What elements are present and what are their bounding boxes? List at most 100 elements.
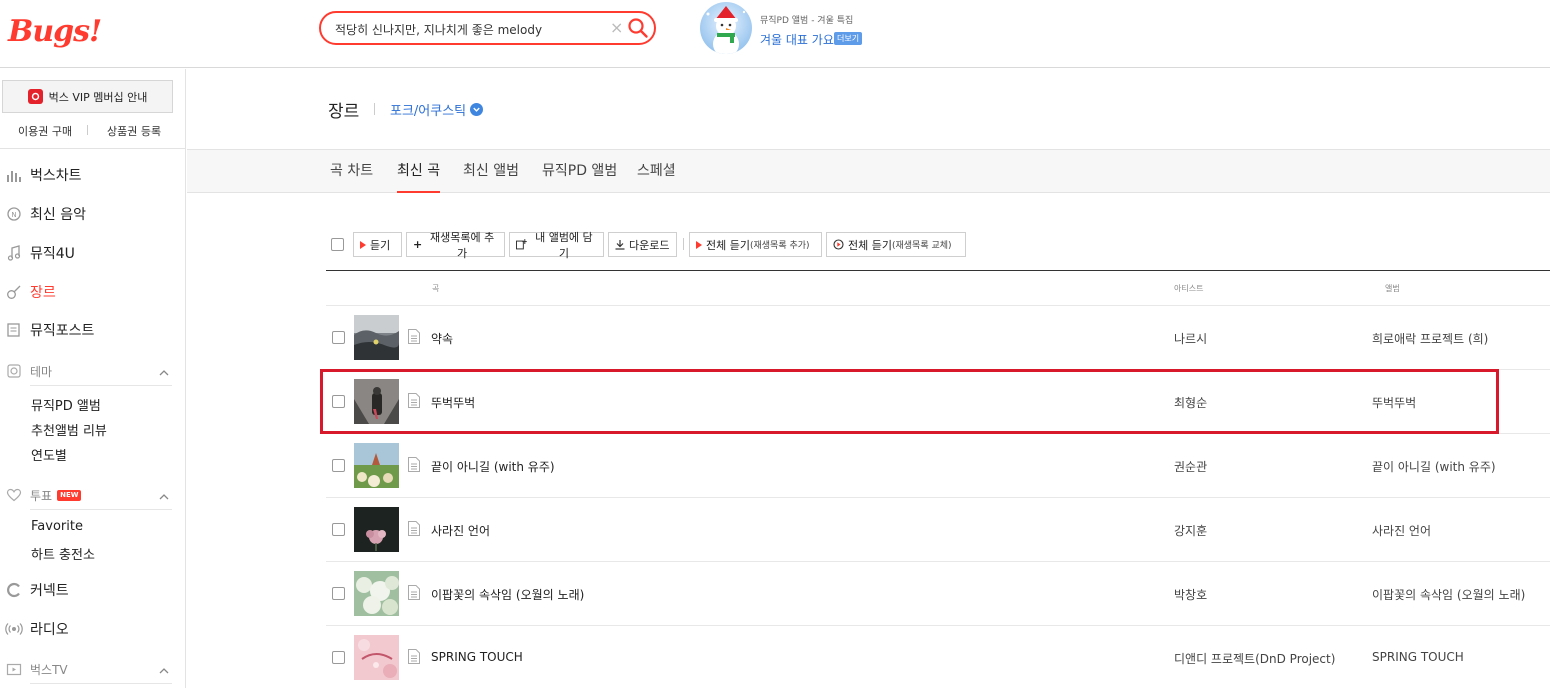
button-label: 재생목록에 추가 xyxy=(430,230,495,260)
bugs-logo[interactable]: Bugs! xyxy=(8,14,102,49)
lyrics-icon[interactable] xyxy=(408,457,420,472)
column-header-song: 곡 xyxy=(432,284,440,293)
album-art-thumbnail[interactable] xyxy=(354,443,399,488)
tab-new-albums[interactable]: 최신 앨범 xyxy=(463,160,519,193)
divider xyxy=(0,148,186,149)
song-title[interactable]: 이팝꽃의 속삭임 (오월의 노래) xyxy=(431,586,584,603)
row-checkbox[interactable] xyxy=(332,587,345,600)
nav-label: 벅스차트 xyxy=(30,168,82,184)
album-name[interactable]: 사라진 언어 xyxy=(1372,522,1431,539)
top-header: Bugs! × 뮤직PD 앨범 - 겨울 특집 겨울 대표 가요 더보기 xyxy=(0,0,1550,68)
lyrics-icon[interactable] xyxy=(408,649,420,664)
tab-musicpd-albums[interactable]: 뮤직PD 앨범 xyxy=(542,160,617,193)
guitar-icon xyxy=(4,283,24,301)
nav-label: 커넥트 xyxy=(30,583,69,599)
tab-special[interactable]: 스페셜 xyxy=(637,160,676,193)
play-all-add-button[interactable]: 전체 듣기 (재생목록 추가) xyxy=(689,232,822,257)
nav-genre[interactable]: 장르 xyxy=(4,281,56,303)
nav-label: 라디오 xyxy=(30,622,69,638)
chevron-up-icon[interactable] xyxy=(158,491,170,503)
chevron-up-icon[interactable] xyxy=(158,367,170,379)
lyrics-icon[interactable] xyxy=(408,329,420,344)
song-title[interactable]: SPRING TOUCH xyxy=(431,650,523,664)
nav-favorite[interactable]: Favorite xyxy=(31,519,83,534)
nav-music4u[interactable]: 뮤직4U xyxy=(4,242,75,264)
nav-connect[interactable]: 커넥트 xyxy=(4,579,69,601)
register-voucher-link[interactable]: 상품권 등록 xyxy=(107,123,161,139)
new-music-icon: N xyxy=(4,205,24,223)
replace-icon xyxy=(833,239,844,250)
album-art-thumbnail[interactable] xyxy=(354,571,399,616)
lyrics-icon[interactable] xyxy=(408,585,420,600)
album-name[interactable]: SPRING TOUCH xyxy=(1372,650,1464,664)
nav-radio[interactable]: 라디오 xyxy=(4,618,69,640)
nav-bugs-chart[interactable]: 벅스차트 xyxy=(4,164,82,186)
snowman-promo-icon[interactable] xyxy=(700,2,752,54)
artist-name[interactable]: 권순관 xyxy=(1174,458,1207,475)
button-label: 다운로드 xyxy=(629,238,670,252)
genre-dropdown[interactable]: 포크/어쿠스틱 xyxy=(390,100,484,119)
buy-pass-link[interactable]: 이용권 구매 xyxy=(18,123,72,139)
nav-heart-charge[interactable]: 하트 충전소 xyxy=(31,544,95,563)
add-to-playlist-button[interactable]: + 재생목록에 추가 xyxy=(406,231,505,260)
chevron-up-icon[interactable] xyxy=(158,665,170,677)
chart-bars-icon xyxy=(4,166,24,184)
download-button[interactable]: 다운로드 xyxy=(608,232,677,257)
row-checkbox[interactable] xyxy=(332,523,345,536)
artist-name[interactable]: 디앤디 프로젝트(DnD Project) xyxy=(1174,650,1335,667)
album-art-thumbnail[interactable] xyxy=(354,635,399,680)
play-icon xyxy=(360,240,366,249)
tab-new-songs[interactable]: 최신 곡 xyxy=(397,160,441,193)
nav-by-year[interactable]: 연도별 xyxy=(31,445,67,464)
nav-vote-group[interactable]: 투표 NEW xyxy=(4,484,82,506)
search-input[interactable] xyxy=(335,19,605,39)
search-box[interactable]: × xyxy=(319,11,656,45)
song-title[interactable]: 끝이 아니길 (with 유주) xyxy=(431,458,555,475)
song-title[interactable]: 사라진 언어 xyxy=(431,522,490,539)
clear-icon[interactable]: × xyxy=(610,18,623,37)
button-sublabel: (재생목록 교체) xyxy=(891,241,952,251)
nav-label: 최신 음악 xyxy=(30,207,86,223)
nav-musicpd-album[interactable]: 뮤직PD 앨범 xyxy=(31,395,101,414)
row-checkbox[interactable] xyxy=(332,459,345,472)
album-art-thumbnail[interactable] xyxy=(354,507,399,552)
heart-icon xyxy=(4,486,24,504)
nav-music-post[interactable]: 뮤직포스트 xyxy=(4,319,94,341)
vip-membership-button[interactable]: 벅스 VIP 멤버십 안내 xyxy=(2,80,173,113)
nav-bugs-tv-group[interactable]: 벅스TV xyxy=(4,658,68,680)
row-checkbox[interactable] xyxy=(332,651,345,664)
nav-recommended-review[interactable]: 추천앨범 리뷰 xyxy=(31,420,107,439)
divider xyxy=(374,103,375,115)
page-title: 장르 xyxy=(328,102,360,122)
album-name[interactable]: 희로애락 프로젝트 (희) xyxy=(1372,330,1488,347)
album-art-thumbnail[interactable] xyxy=(354,315,399,360)
table-row: 이팝꽃의 속삭임 (오월의 노래) 박창호 이팝꽃의 속삭임 (오월의 노래) xyxy=(326,562,1550,626)
select-all-checkbox[interactable] xyxy=(331,238,344,251)
row-checkbox[interactable] xyxy=(332,331,345,344)
tab-bar: 곡 차트 최신 곡 최신 앨범 뮤직PD 앨범 스페셜 xyxy=(187,149,1550,193)
listen-button[interactable]: 듣기 xyxy=(353,232,402,257)
lyrics-icon[interactable] xyxy=(408,521,420,536)
album-name[interactable]: 이팝꽃의 속삭임 (오월의 노래) xyxy=(1372,586,1525,603)
tab-song-chart[interactable]: 곡 차트 xyxy=(330,160,373,193)
play-all-replace-button[interactable]: 전체 듣기 (재생목록 교체) xyxy=(826,232,966,257)
column-header-artist: 아티스트 xyxy=(1174,284,1204,293)
nav-theme-group[interactable]: 테마 xyxy=(4,360,52,382)
album-add-icon xyxy=(516,239,527,250)
song-title[interactable]: 약속 xyxy=(431,330,453,347)
plus-icon: + xyxy=(413,238,423,251)
promo-more-button[interactable]: 더보기 xyxy=(834,32,863,45)
nav-label: 벅스TV xyxy=(30,662,68,677)
promo-title[interactable]: 겨울 대표 가요 xyxy=(760,31,834,48)
search-icon[interactable] xyxy=(627,17,649,39)
album-name[interactable]: 끝이 아니길 (with 유주) xyxy=(1372,458,1496,475)
artist-name[interactable]: 나르시 xyxy=(1174,330,1207,347)
button-label: 내 앨범에 담기 xyxy=(535,230,593,260)
add-to-my-album-button[interactable]: 내 앨범에 담기 xyxy=(509,231,604,260)
artist-name[interactable]: 박창호 xyxy=(1174,586,1207,603)
artist-name[interactable]: 강지훈 xyxy=(1174,522,1207,539)
chevron-down-icon xyxy=(470,103,484,116)
button-label: 듣기 xyxy=(370,238,391,252)
nav-new-music[interactable]: N 최신 음악 xyxy=(4,203,86,225)
column-header-album: 앨범 xyxy=(1385,284,1400,293)
